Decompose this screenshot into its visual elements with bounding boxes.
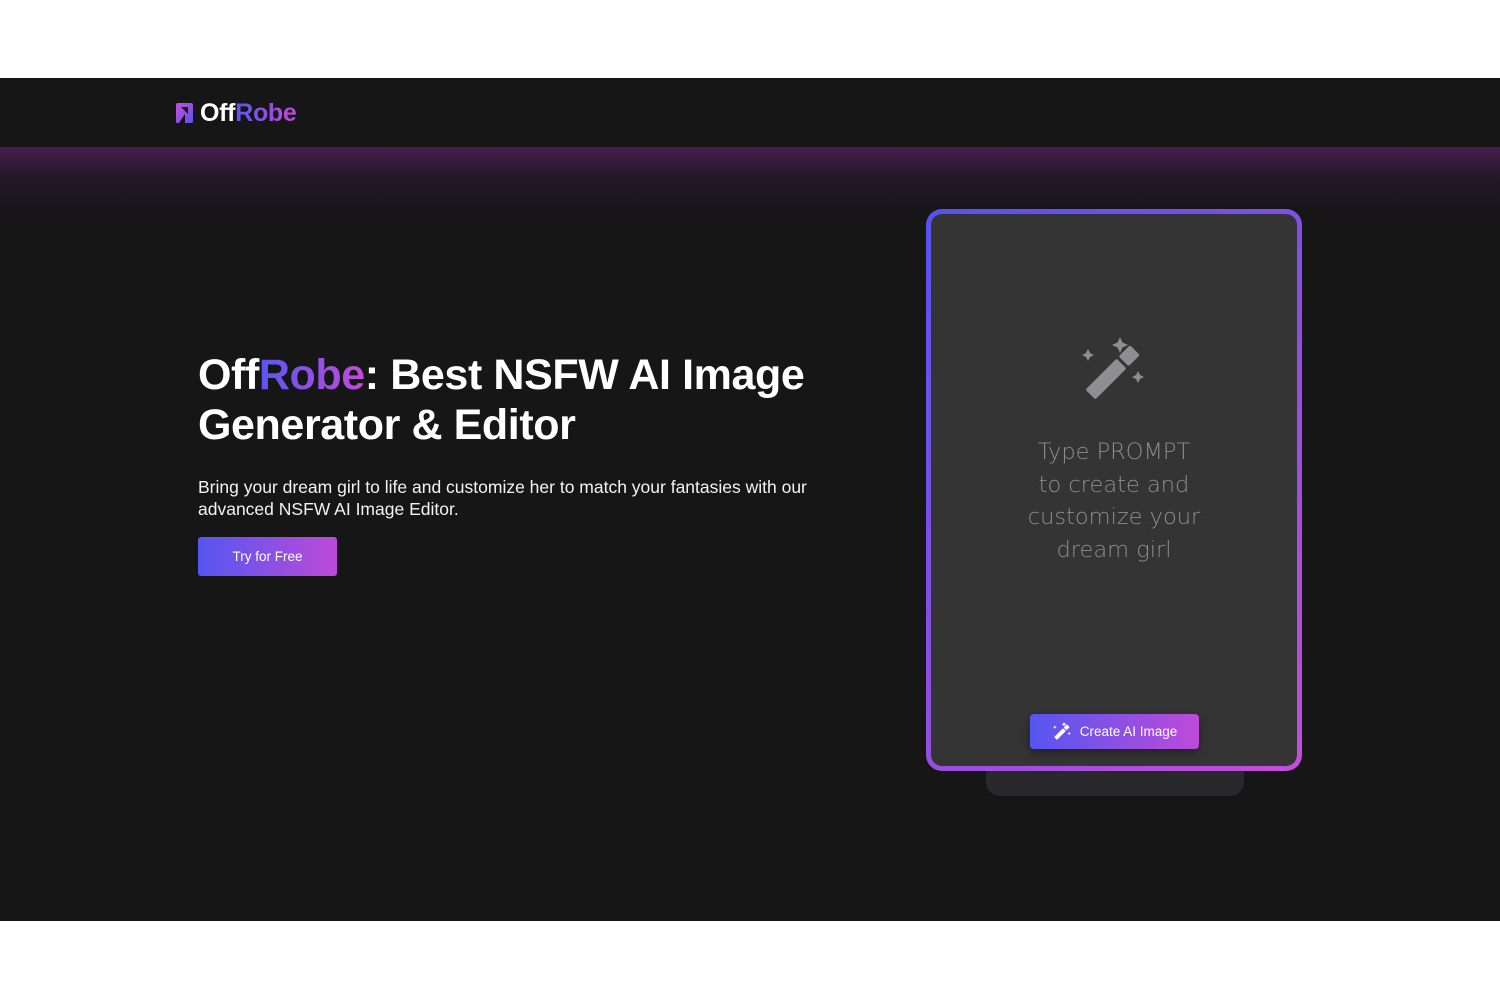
logo-mark-icon xyxy=(176,103,193,123)
prompt-line-3: customize your xyxy=(1027,504,1201,530)
site-header: OffRobe xyxy=(0,78,1500,147)
prompt-line-2: to create and xyxy=(1038,471,1190,498)
hero-title-line1-rest: : Best NSFW AI Image xyxy=(364,351,805,399)
create-ai-image-label: Create AI Image xyxy=(1079,724,1178,739)
logo-text-prefix: Off xyxy=(200,98,236,127)
prompt-line-4: dream girl xyxy=(1056,536,1172,563)
header-glow xyxy=(0,147,1500,217)
logo-text-suffix: Robe xyxy=(235,98,297,127)
prompt-line-1: Type PROMPT xyxy=(1037,439,1191,465)
try-for-free-button[interactable]: Try for Free xyxy=(198,537,337,576)
hero-title-line2: Generator & Editor xyxy=(198,401,576,449)
logo[interactable]: OffRobe xyxy=(175,98,297,128)
hero-subtitle: Bring your dream girl to life and custom… xyxy=(198,477,807,519)
page: OffRobe OffRobe: Best NSFW AI Image Gener… xyxy=(0,78,1500,921)
logo-text: OffRobe xyxy=(200,99,297,128)
create-ai-image-button[interactable]: Create AI Image xyxy=(1030,714,1199,749)
prompt-card-inner: Type PROMPT to create and customize your… xyxy=(931,214,1297,766)
magic-wand-icon xyxy=(1052,721,1071,740)
prompt-placeholder-text: Type PROMPT to create and customize your… xyxy=(931,436,1297,566)
prompt-card: Type PROMPT to create and customize your… xyxy=(926,209,1302,771)
magic-wand-icon xyxy=(1082,337,1144,399)
hero-title-brand-prefix: Off xyxy=(198,351,259,399)
hero-title: OffRobe: Best NSFW AI Image Generator & E… xyxy=(198,350,878,450)
hero-title-brand-suffix: Robe xyxy=(258,351,365,399)
